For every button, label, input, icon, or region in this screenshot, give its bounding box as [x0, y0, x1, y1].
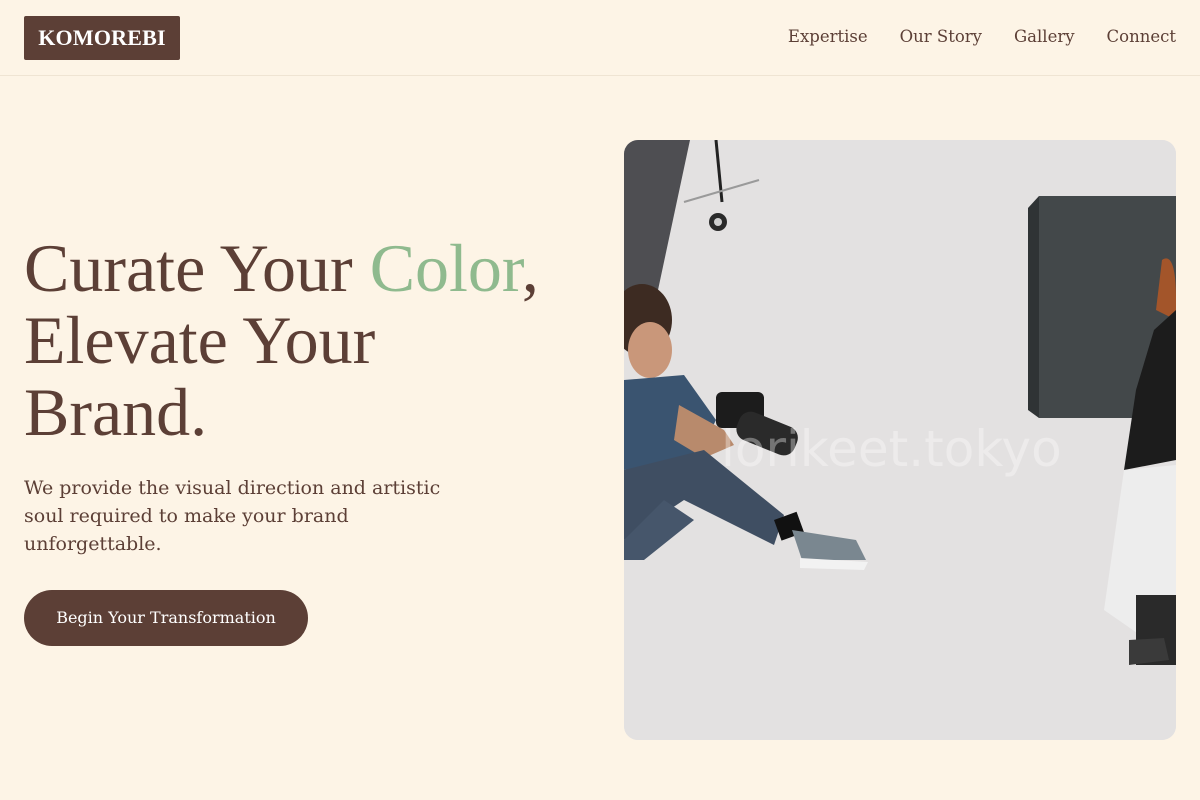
nav-link-connect[interactable]: Connect [1107, 26, 1176, 48]
photo-shoot-image: lorikeet.tokyo [624, 140, 1176, 740]
hero-title-part2: , [521, 230, 539, 306]
site-header: KOMOREBI Expertise Our Story Gallery Con… [0, 0, 1200, 76]
logo[interactable]: KOMOREBI [24, 16, 180, 60]
hero-subtitle: We provide the visual direction and arti… [24, 477, 441, 555]
nav-link-expertise[interactable]: Expertise [788, 26, 868, 48]
hero-title-line3: Brand. [24, 374, 208, 450]
begin-transformation-button[interactable]: Begin Your Transformation [24, 590, 308, 646]
nav-link-gallery[interactable]: Gallery [1014, 26, 1075, 48]
hero-title: Curate Your Color, Elevate Your Brand. [24, 232, 604, 448]
main-nav: Expertise Our Story Gallery Connect [788, 26, 1176, 48]
hero-title-part1: Curate Your [24, 230, 370, 306]
photo-watermark: lorikeet.tokyo [721, 420, 1062, 478]
hero-title-line2: Elevate Your [24, 302, 376, 378]
hero-photo: lorikeet.tokyo [624, 140, 1176, 740]
nav-link-our-story[interactable]: Our Story [900, 26, 982, 48]
hero-title-accent: Color [369, 230, 522, 306]
